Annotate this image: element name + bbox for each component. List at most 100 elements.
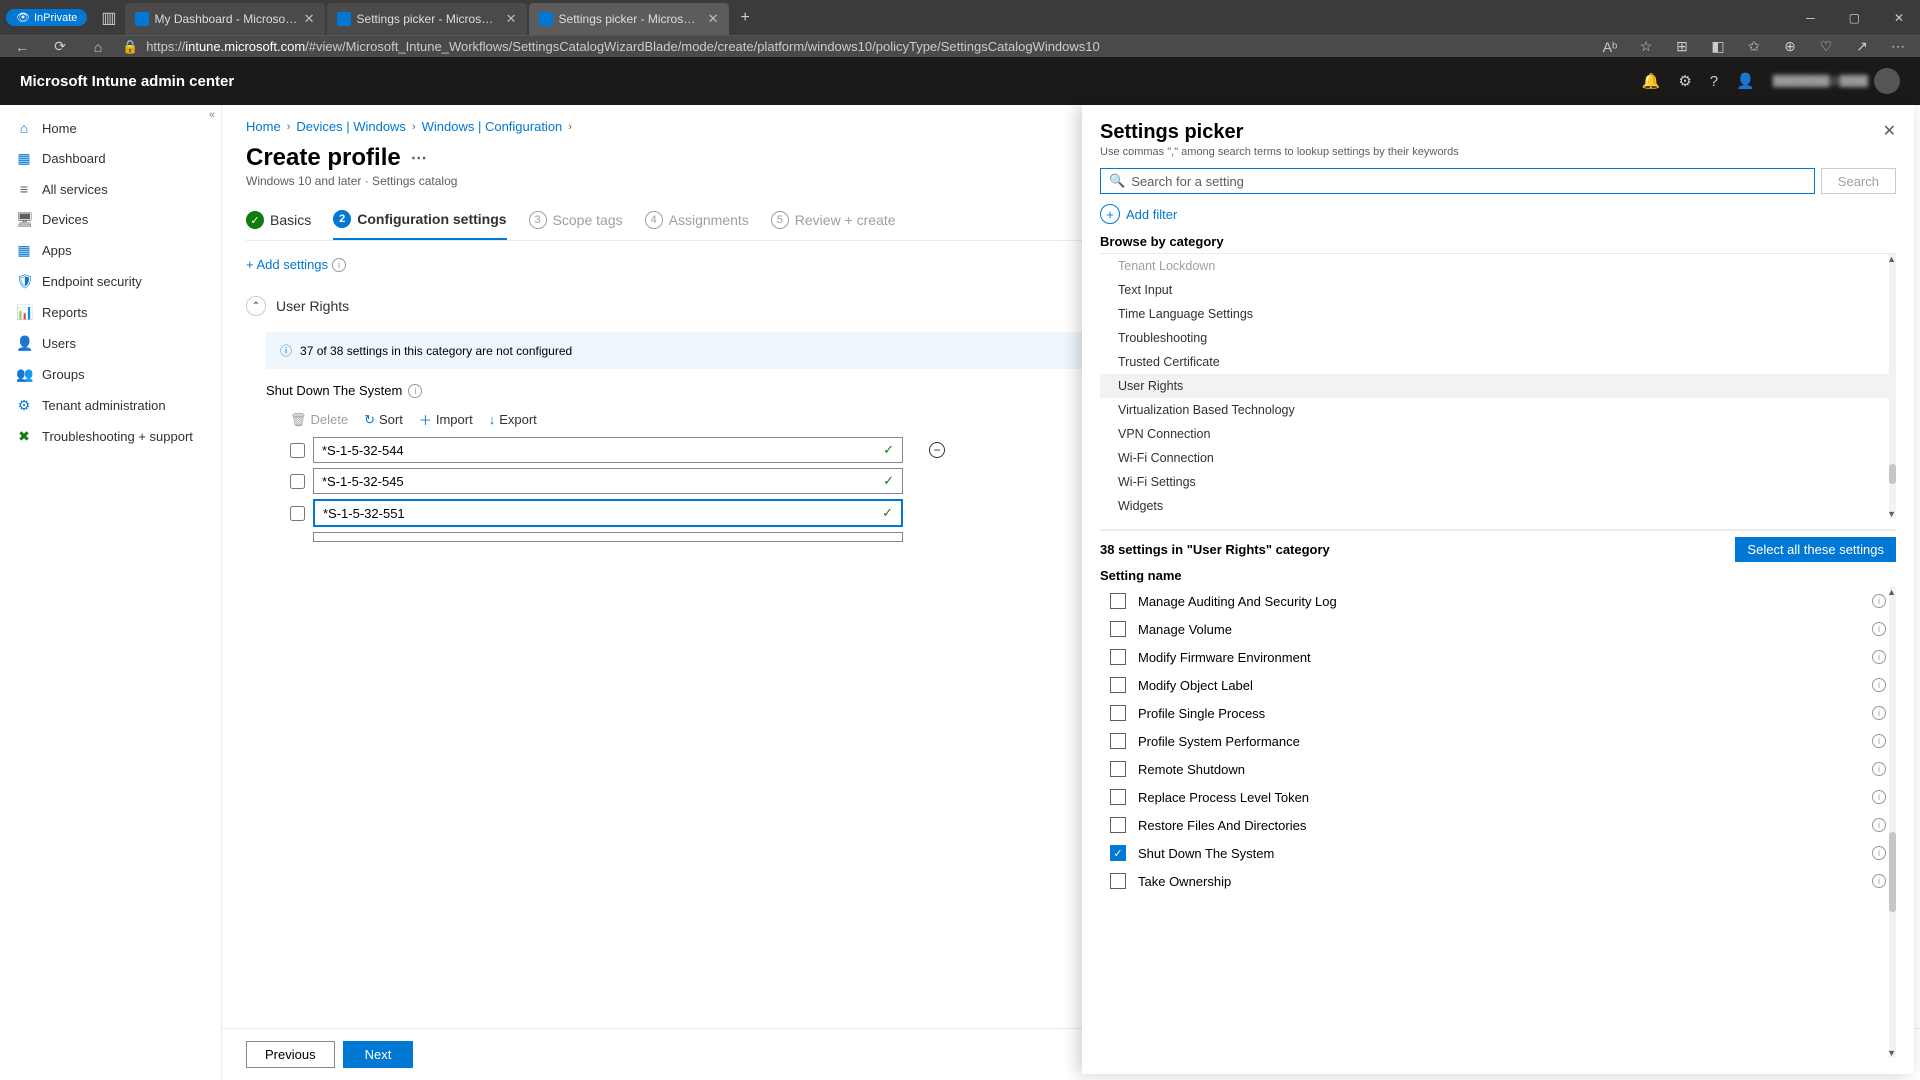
close-window-button[interactable]: ✕ xyxy=(1878,3,1920,33)
info-icon[interactable]: i xyxy=(1872,678,1886,692)
tab-manager-icon[interactable]: ▥ xyxy=(95,4,122,32)
address-bar[interactable]: 🔒 https://intune.microsoft.com/#view/Mic… xyxy=(122,39,1586,55)
step-basics[interactable]: ✓Basics xyxy=(246,210,311,240)
category-item[interactable]: Wi-Fi Settings xyxy=(1100,470,1896,494)
category-item[interactable]: User Rights xyxy=(1100,374,1896,398)
search-input[interactable]: 🔍Search for a setting xyxy=(1100,168,1815,194)
setting-checkbox[interactable] xyxy=(1110,789,1126,805)
info-icon[interactable]: i xyxy=(1872,734,1886,748)
notifications-icon[interactable]: 🔔 xyxy=(1642,72,1661,90)
close-icon[interactable]: ✕ xyxy=(708,11,719,27)
sidebar-item-dashboard[interactable]: ▦Dashboard xyxy=(0,143,221,174)
user-menu[interactable]: ████████@████ xyxy=(1773,68,1900,94)
info-icon[interactable]: i xyxy=(1872,706,1886,720)
setting-item[interactable]: Manage Auditing And Security Logi xyxy=(1100,587,1896,615)
new-tab-button[interactable]: + xyxy=(731,5,760,31)
setting-checkbox[interactable] xyxy=(1110,817,1126,833)
chevron-up-icon[interactable]: ⌃ xyxy=(246,296,266,316)
feedback-icon[interactable]: 👤 xyxy=(1736,72,1755,90)
add-filter-button[interactable]: +Add filter xyxy=(1100,204,1896,224)
sidebar-item-home[interactable]: ⌂Home xyxy=(0,113,221,143)
sidebar-icon[interactable]: ◧ xyxy=(1704,38,1732,55)
scroll-up-icon[interactable]: ▲ xyxy=(1887,587,1896,597)
sidebar-item-apps[interactable]: ▦Apps xyxy=(0,235,221,266)
setting-checkbox[interactable] xyxy=(1110,761,1126,777)
close-panel-icon[interactable]: ✕ xyxy=(1883,121,1896,141)
info-icon[interactable]: i xyxy=(1872,594,1886,608)
step-assignments[interactable]: 4Assignments xyxy=(645,210,749,240)
setting-item[interactable]: Remote Shutdowni xyxy=(1100,755,1896,783)
delete-button[interactable]: 🗑Delete xyxy=(290,410,348,429)
info-icon[interactable]: i xyxy=(1872,846,1886,860)
setting-item[interactable]: Modify Object Labeli xyxy=(1100,671,1896,699)
category-item[interactable]: Time Language Settings xyxy=(1100,302,1896,326)
setting-item[interactable]: Modify Firmware Environmenti xyxy=(1100,643,1896,671)
breadcrumb-link[interactable]: Windows | Configuration xyxy=(422,119,563,134)
setting-checkbox[interactable] xyxy=(1110,705,1126,721)
maximize-button[interactable]: ▢ xyxy=(1833,3,1876,33)
step-scope[interactable]: 3Scope tags xyxy=(529,210,623,240)
health-icon[interactable]: ♡ xyxy=(1812,38,1840,55)
entry-input-empty[interactable] xyxy=(313,532,903,542)
setting-checkbox[interactable] xyxy=(1110,593,1126,609)
close-icon[interactable]: ✕ xyxy=(304,11,315,27)
read-aloud-icon[interactable]: Aᵇ xyxy=(1596,39,1624,55)
setting-item[interactable]: Restore Files And Directoriesi xyxy=(1100,811,1896,839)
setting-checkbox[interactable] xyxy=(1110,621,1126,637)
sidebar-item-troubleshooting-support[interactable]: ✖Troubleshooting + support xyxy=(0,421,221,452)
category-item[interactable]: Windows AI xyxy=(1100,518,1896,519)
sidebar-item-reports[interactable]: 📊Reports xyxy=(0,297,221,328)
back-icon[interactable]: ← xyxy=(8,39,36,55)
entry-input[interactable]: *S-1-5-32-545✓ xyxy=(313,468,903,494)
step-review[interactable]: 5Review + create xyxy=(771,210,896,240)
browser-tab[interactable]: My Dashboard - Microsoft Azure✕ xyxy=(125,3,325,35)
refresh-icon[interactable]: ⟳ xyxy=(46,38,74,55)
sort-button[interactable]: ↻Sort xyxy=(364,410,403,429)
category-item[interactable]: Text Input xyxy=(1100,278,1896,302)
setting-item[interactable]: ✓Shut Down The Systemi xyxy=(1100,839,1896,867)
setting-checkbox[interactable] xyxy=(1110,649,1126,665)
import-button[interactable]: ＋Import xyxy=(419,410,473,429)
info-icon[interactable]: i xyxy=(1872,818,1886,832)
sidebar-item-users[interactable]: 👤Users xyxy=(0,328,221,359)
setting-item[interactable]: Manage Volumei xyxy=(1100,615,1896,643)
category-item[interactable]: Troubleshooting xyxy=(1100,326,1896,350)
scroll-down-icon[interactable]: ▼ xyxy=(1887,509,1896,519)
setting-item[interactable]: Profile Single Processi xyxy=(1100,699,1896,727)
select-all-button[interactable]: Select all these settings xyxy=(1735,537,1896,562)
info-icon[interactable]: i xyxy=(1872,622,1886,636)
settings-icon[interactable]: ⚙ xyxy=(1678,72,1691,90)
category-item[interactable]: Tenant Lockdown xyxy=(1100,254,1896,278)
entry-input[interactable]: *S-1-5-32-551✓ xyxy=(313,499,903,527)
setting-checkbox[interactable] xyxy=(1110,873,1126,889)
collapse-sidebar-icon[interactable]: « xyxy=(209,109,215,121)
share-icon[interactable]: ↗ xyxy=(1848,38,1876,55)
search-button[interactable]: Search xyxy=(1821,168,1896,194)
collections-icon[interactable]: ⊕ xyxy=(1776,38,1804,55)
setting-checkbox[interactable]: ✓ xyxy=(1110,845,1126,861)
info-icon[interactable]: i xyxy=(1872,762,1886,776)
setting-item[interactable]: Profile System Performancei xyxy=(1100,727,1896,755)
category-item[interactable]: Widgets xyxy=(1100,494,1896,518)
scroll-up-icon[interactable]: ▲ xyxy=(1887,254,1896,264)
breadcrumb-link[interactable]: Devices | Windows xyxy=(296,119,406,134)
scroll-thumb[interactable] xyxy=(1889,832,1896,912)
sidebar-item-tenant-administration[interactable]: ⚙Tenant administration xyxy=(0,390,221,421)
remove-entry-icon[interactable]: − xyxy=(929,442,945,458)
more-icon[interactable]: ⋯ xyxy=(411,148,427,168)
info-icon[interactable]: i xyxy=(1872,874,1886,888)
entry-checkbox[interactable] xyxy=(290,443,305,458)
scrollbar[interactable]: ▲▼ xyxy=(1889,587,1896,1058)
export-button[interactable]: ↓Export xyxy=(489,410,537,429)
setting-item[interactable]: Take Ownershipi xyxy=(1100,867,1896,895)
scrollbar[interactable]: ▲▼ xyxy=(1889,254,1896,519)
scroll-down-icon[interactable]: ▼ xyxy=(1887,1048,1896,1058)
home-icon[interactable]: ⌂ xyxy=(84,39,112,55)
entry-checkbox[interactable] xyxy=(290,474,305,489)
setting-checkbox[interactable] xyxy=(1110,733,1126,749)
sidebar-item-devices[interactable]: 🖥Devices xyxy=(0,204,221,235)
extension-icon[interactable]: ⊞ xyxy=(1668,38,1696,55)
category-item[interactable]: VPN Connection xyxy=(1100,422,1896,446)
setting-item[interactable]: Replace Process Level Tokeni xyxy=(1100,783,1896,811)
category-item[interactable]: Wi-Fi Connection xyxy=(1100,446,1896,470)
